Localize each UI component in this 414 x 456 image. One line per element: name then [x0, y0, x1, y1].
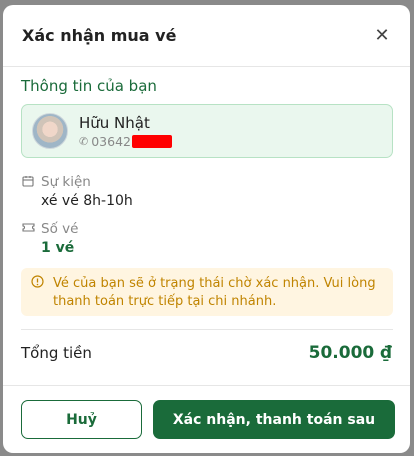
tickets-label: Số vé — [41, 221, 79, 237]
calendar-icon — [21, 175, 35, 190]
phone-number: 03642 — [91, 133, 131, 149]
phone-icon: ✆ — [79, 134, 89, 148]
total-row: Tổng tiền 50.000 ₫ — [3, 330, 410, 375]
event-field: Sự kiện xé vé 8h-10h — [21, 174, 410, 209]
purchase-confirm-modal: Xác nhận mua vé ✕ Thông tin của bạn Hữu … — [3, 5, 410, 453]
modal-title: Xác nhận mua vé — [22, 26, 177, 45]
tickets-value: 1 vé — [41, 240, 75, 256]
avatar — [32, 113, 68, 149]
close-icon[interactable]: ✕ — [372, 25, 392, 46]
event-value: xé vé 8h-10h — [41, 193, 133, 209]
user-phone: ✆ 03642 — [79, 134, 172, 149]
user-section-title: Thông tin của bạn — [21, 77, 157, 95]
user-info: Hữu Nhật ✆ 03642 — [79, 114, 172, 149]
cancel-button[interactable]: Huỷ — [21, 400, 142, 439]
total-value: 50.000 ₫ — [308, 342, 392, 363]
tickets-label-row: Số vé — [21, 221, 410, 237]
notice-text: Vé của bạn sẽ ở trạng thái chờ xác nhận.… — [53, 276, 376, 309]
user-card: Hữu Nhật ✆ 03642 — [21, 104, 393, 158]
modal-footer: Huỷ Xác nhận, thanh toán sau — [3, 385, 410, 453]
phone-redaction — [131, 134, 172, 148]
pending-notice: Vé của bạn sẽ ở trạng thái chờ xác nhận.… — [21, 268, 393, 316]
tickets-field: Số vé 1 vé — [21, 221, 410, 256]
user-name: Hữu Nhật — [79, 113, 150, 132]
total-label: Tổng tiền — [21, 343, 92, 362]
event-label: Sự kiện — [41, 174, 91, 190]
ticket-icon — [21, 222, 35, 236]
modal-header: Xác nhận mua vé ✕ — [3, 5, 410, 67]
info-icon — [31, 275, 47, 316]
confirm-pay-later-button[interactable]: Xác nhận, thanh toán sau — [153, 400, 395, 439]
event-label-row: Sự kiện — [21, 174, 410, 190]
